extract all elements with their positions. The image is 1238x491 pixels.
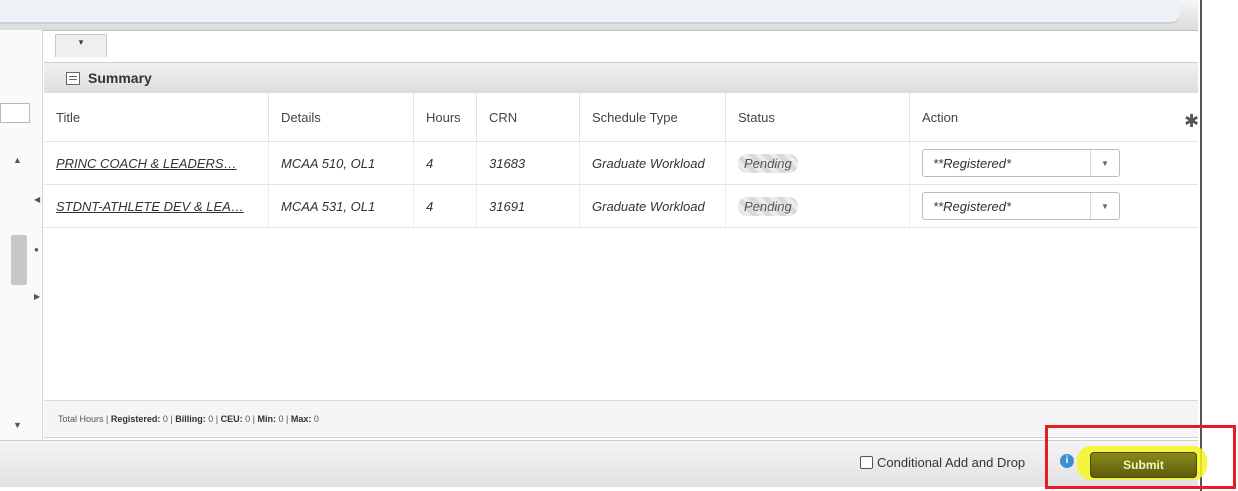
- course-hours: 4: [413, 141, 477, 185]
- course-crn: 31691: [476, 184, 580, 228]
- ceu-value: 0: [245, 414, 251, 424]
- registered-label: Registered:: [110, 414, 161, 424]
- registration-frame: ▾ ▲ ▼ ◀ ● ▶ Summary Title Details Hours …: [0, 0, 1202, 491]
- course-title-link[interactable]: STDNT-ATHLETE DEV & LEA…: [44, 184, 269, 228]
- registered-value: 0: [162, 414, 168, 424]
- course-schedule-type: Graduate Workload: [579, 184, 726, 228]
- table-row: STDNT-ATHLETE DEV & LEA… MCAA 531, OL1 4…: [44, 184, 1198, 228]
- conditional-add-drop-checkbox[interactable]: [860, 456, 873, 469]
- column-header-title[interactable]: Title: [44, 93, 269, 142]
- left-panel-input[interactable]: [0, 103, 30, 123]
- table-row: PRINC COACH & LEADERS… MCAA 510, OL1 4 3…: [44, 141, 1198, 185]
- annotation-box: [1045, 425, 1236, 489]
- min-label: Min:: [257, 414, 277, 424]
- panel-collapse-toggle[interactable]: ▾: [55, 34, 107, 57]
- summary-panel-header: Summary: [44, 62, 1198, 94]
- course-action-cell: **Registered* ▼: [909, 141, 1198, 185]
- course-status-cell: Pending: [725, 141, 910, 185]
- course-action-cell: **Registered* ▼: [909, 184, 1198, 228]
- course-title-link[interactable]: PRINC COACH & LEADERS…: [44, 141, 269, 185]
- status-badge: Pending: [738, 153, 798, 173]
- conditional-add-drop-label: Conditional Add and Drop: [877, 455, 1026, 470]
- billing-label: Billing:: [175, 414, 206, 424]
- column-header-hours[interactable]: Hours: [413, 93, 477, 142]
- min-value: 0: [278, 414, 284, 424]
- column-header-crn[interactable]: CRN: [476, 93, 580, 142]
- course-details: MCAA 510, OL1: [268, 141, 414, 185]
- column-header-schedule-type[interactable]: Schedule Type: [579, 93, 726, 142]
- action-select-value: **Registered*: [933, 198, 1012, 214]
- action-select-value: **Registered*: [933, 155, 1012, 171]
- column-header-action[interactable]: Action: [909, 93, 1198, 142]
- max-label: Max:: [290, 414, 312, 424]
- scrollbar-thumb[interactable]: [11, 235, 27, 285]
- max-value: 0: [313, 414, 319, 424]
- collapse-left-arrow-icon[interactable]: ◀: [34, 195, 40, 204]
- scroll-down-arrow-icon[interactable]: ▼: [13, 420, 22, 430]
- course-status-cell: Pending: [725, 184, 910, 228]
- summary-table: Title Details Hours CRN Schedule Type St…: [44, 93, 1198, 228]
- top-bar-inner: [0, 0, 1180, 24]
- billing-value: 0: [208, 414, 214, 424]
- course-crn: 31683: [476, 141, 580, 185]
- dot-icon: ●: [34, 245, 39, 254]
- expand-right-arrow-icon[interactable]: ▶: [34, 292, 40, 301]
- course-details: MCAA 531, OL1: [268, 184, 414, 228]
- course-schedule-type: Graduate Workload: [579, 141, 726, 185]
- list-icon: [66, 71, 80, 85]
- chevron-down-icon[interactable]: ▼: [1090, 193, 1119, 219]
- table-header-row: Title Details Hours CRN Schedule Type St…: [44, 93, 1198, 142]
- action-select[interactable]: **Registered* ▼: [922, 149, 1120, 177]
- chevron-down-icon[interactable]: ▼: [1090, 150, 1119, 176]
- gear-icon[interactable]: ✱: [1184, 111, 1199, 132]
- total-hours-bar: Total Hours | Registered: 0 | Billing: 0…: [44, 400, 1198, 438]
- conditional-add-drop[interactable]: Conditional Add and Drop: [860, 455, 1025, 470]
- status-badge: Pending: [738, 196, 798, 216]
- scroll-up-arrow-icon[interactable]: ▲: [13, 155, 22, 165]
- totals-prefix: Total Hours |: [58, 414, 109, 424]
- column-header-status[interactable]: Status: [725, 93, 910, 142]
- top-bar: [0, 0, 1198, 31]
- ceu-label: CEU:: [220, 414, 243, 424]
- summary-title: Summary: [88, 70, 152, 86]
- course-hours: 4: [413, 184, 477, 228]
- column-header-details[interactable]: Details: [268, 93, 414, 142]
- action-select[interactable]: **Registered* ▼: [922, 192, 1120, 220]
